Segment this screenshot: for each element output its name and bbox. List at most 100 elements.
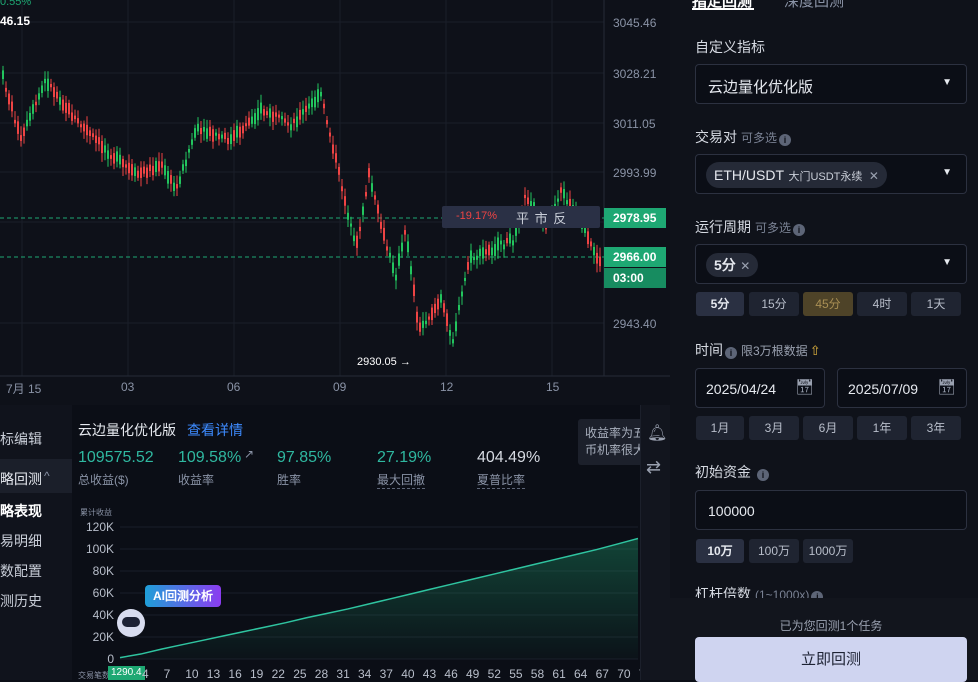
equity-x-tick: 61: [552, 667, 566, 681]
date-axis-label: 06: [227, 380, 241, 394]
capital-chip-1m[interactable]: 100万: [749, 539, 799, 563]
period-chip-4h[interactable]: 4时: [857, 292, 907, 316]
equity-x-title: 交易笔数: [78, 671, 110, 680]
swap-icon[interactable]: ⇄: [646, 457, 661, 478]
leverage-sub: (1~1000x): [755, 588, 810, 598]
price-axis-label: 2993.99: [613, 166, 657, 180]
price-change-pct: 0.55%: [0, 0, 32, 8]
period-select[interactable]: 5分 ✕ ▼: [695, 244, 967, 284]
caret-down-icon: ▼: [942, 77, 952, 88]
pair-label: 交易对: [695, 129, 737, 145]
capital-chip-10m[interactable]: 1000万: [803, 539, 853, 563]
nav-indicator-edit[interactable]: 标编辑: [0, 429, 42, 449]
info-icon[interactable]: i: [757, 469, 769, 481]
equity-x-tick: 46: [444, 667, 458, 681]
calendar-icon[interactable]: 📅︎: [937, 378, 956, 396]
period-chip-1d[interactable]: 1天: [911, 292, 961, 316]
info-icon[interactable]: i: [779, 134, 792, 146]
equity-curve-chart: [119, 526, 639, 660]
bell-icon[interactable]: 🔔︎: [647, 423, 667, 443]
close-icon[interactable]: ✕: [740, 259, 750, 273]
equity-x-tick: 67: [595, 667, 609, 681]
active-tab-underline: [692, 8, 754, 10]
end-date-input[interactable]: 2025/07/09 📅︎: [837, 368, 967, 408]
date-axis-label: 12: [440, 380, 454, 394]
equity-x-tick: 10: [185, 667, 199, 681]
equity-x-tick: 58: [530, 667, 545, 681]
close-icon[interactable]: ✕: [869, 169, 879, 183]
equity-x-tick: 43: [422, 667, 437, 681]
equity-x-tick: 13: [206, 667, 221, 681]
time-chip-3m[interactable]: 3月: [749, 416, 799, 440]
overlay-pct: -19.17%: [456, 210, 497, 222]
period-label-row: 运行周期 可多选 i: [695, 217, 806, 237]
capital-input[interactable]: 100000: [695, 490, 967, 530]
time-chip-1m[interactable]: 1月: [696, 416, 744, 440]
nav-param-config[interactable]: 数配置: [0, 561, 42, 581]
backtest-config-panel: 指定回测 深度回测 自定义指标 云边量化优化版 ▼ 交易对 可多选 i ETH/US…: [670, 0, 978, 682]
pair-chip-sub: 大门USDT永续: [788, 171, 863, 183]
time-chip-1y[interactable]: 1年: [857, 416, 907, 440]
task-note: 已为您回测1个任务: [779, 619, 883, 633]
info-icon[interactable]: i: [725, 347, 737, 359]
pair-select[interactable]: ETH/USDT 大门USDT永续 ✕ ▼: [695, 154, 967, 194]
equity-x-tick: 49: [466, 667, 480, 681]
equity-x-tick: 4: [142, 667, 149, 681]
start-date-input[interactable]: 2025/04/24 📅︎: [695, 368, 825, 408]
calendar-icon[interactable]: 📅︎: [795, 378, 814, 396]
pair-label-row: 交易对 可多选 i: [695, 127, 792, 147]
robot-icon: [117, 609, 145, 637]
nav-strategy-backtest[interactable]: 略回测 ^: [0, 459, 72, 493]
backtest-results: 云边量化优化版 查看详情 109575.52 总收益($) 109.58% ↗ …: [72, 405, 652, 681]
nav-backtest-history[interactable]: 测历史: [0, 591, 42, 611]
pair-chip-label: ETH/USDT: [714, 167, 784, 183]
period-chip-5m[interactable]: 5分: [696, 292, 744, 316]
equity-x-tick: 25: [293, 667, 307, 681]
custom-indicator-select[interactable]: 云边量化优化版 ▼: [695, 64, 967, 104]
capital-chip-100k[interactable]: 10万: [696, 539, 744, 563]
time-chip-6m[interactable]: 6月: [803, 416, 853, 440]
ai-analysis-button[interactable]: AI回测分析: [145, 585, 222, 607]
kline-chart[interactable]: 0.55% 46.15 3045.46 3028.21 3011.05 2993…: [0, 0, 670, 405]
date-axis-label: 7月 15: [6, 382, 42, 396]
equity-x-tick: 52: [487, 667, 501, 681]
time-chip-3y[interactable]: 3年: [911, 416, 961, 440]
price-axis-label: 3011.05: [613, 117, 656, 131]
tab-deep-backtest[interactable]: 深度回测: [784, 0, 844, 11]
overlay-actions[interactable]: 平 市 反: [516, 208, 567, 227]
run-backtest-button[interactable]: 立即回测: [695, 637, 967, 682]
leverage-label: 杠杆倍数: [695, 586, 751, 598]
price-axis-label: 2943.40: [613, 317, 657, 331]
equity-x-tick: 7: [163, 667, 171, 681]
equity-x-tick: 31: [336, 667, 350, 681]
equity-x-tick: 64: [574, 667, 588, 681]
backtest-nav: 标编辑 略回测 ^ 略表现 易明细 数配置 测历史: [0, 405, 72, 680]
equity-x-tick: 28: [314, 667, 329, 681]
date-axis-label: 09: [333, 380, 347, 394]
nav-trade-details[interactable]: 易明细: [0, 531, 42, 551]
time-label-row: 时间 i 限3万根数据 ⇧: [695, 340, 821, 360]
kline-svg[interactable]: [0, 0, 670, 405]
upgrade-icon[interactable]: ⇧: [810, 343, 821, 358]
date-axis-label: 03: [121, 380, 135, 394]
caret-down-icon: ▼: [942, 257, 952, 268]
equity-x-tick: 55: [509, 667, 523, 681]
capital-label-row: 初始资金 i: [695, 462, 769, 482]
period-chip-label: 5分: [714, 257, 736, 273]
candle-timer-tag: 03:00: [604, 268, 666, 288]
nav-strategy-performance[interactable]: 略表现: [0, 501, 42, 521]
chevron-up-icon: ^: [44, 469, 50, 483]
period-chip[interactable]: 5分 ✕: [706, 253, 759, 277]
date-axis-label: 15: [546, 380, 560, 394]
period-chip-45m[interactable]: 45分: [803, 292, 853, 316]
position-overlay[interactable]: -19.17% 平 市 反: [442, 206, 600, 228]
equity-x-tick: 70: [617, 667, 631, 681]
info-icon[interactable]: i: [793, 224, 806, 236]
info-icon[interactable]: i: [811, 591, 824, 598]
capital-value: 100000: [708, 503, 755, 519]
pair-chip[interactable]: ETH/USDT 大门USDT永续 ✕: [706, 162, 887, 188]
period-chip-15m[interactable]: 15分: [749, 292, 799, 316]
equity-x-tick: 37: [379, 667, 393, 681]
capital-label: 初始资金: [695, 464, 751, 480]
end-date-value: 2025/07/09: [848, 381, 919, 397]
